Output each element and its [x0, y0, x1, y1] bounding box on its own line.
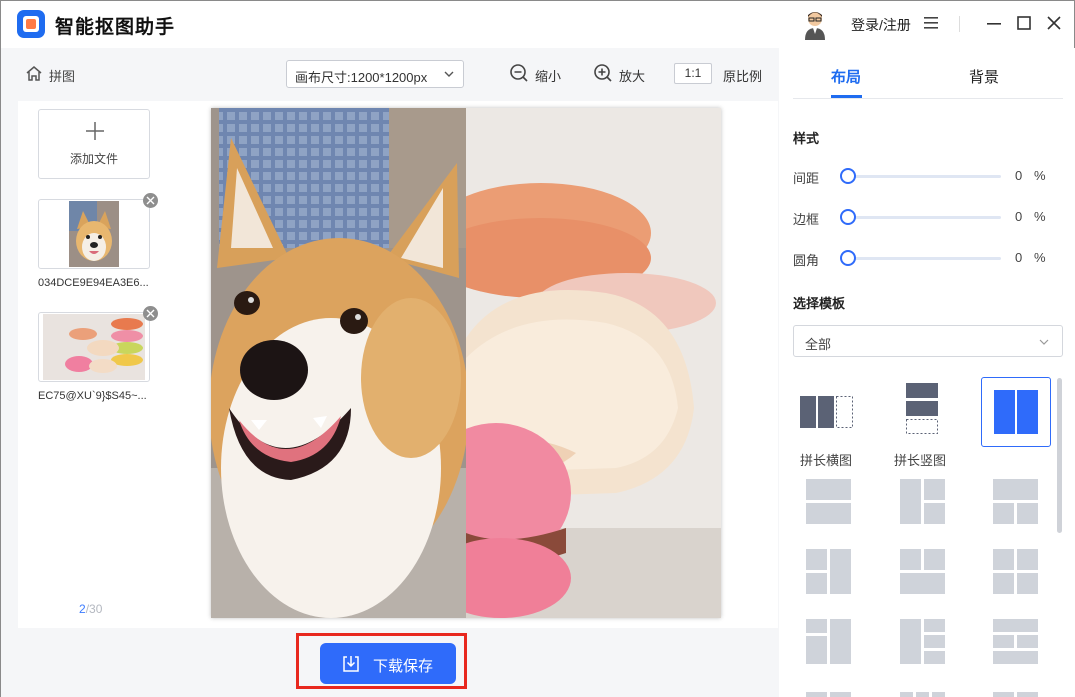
- maximize-icon[interactable]: [1013, 12, 1035, 34]
- template-long-vertical-label[interactable]: 拼长竖图: [894, 450, 946, 469]
- spacing-slider-row: 间距 0 %: [793, 166, 1063, 186]
- download-save-button[interactable]: 下载保存: [320, 643, 456, 684]
- style-section-title: 样式: [793, 131, 820, 146]
- template-left-one-right-two-icon[interactable]: [900, 479, 945, 524]
- border-value: 0: [1015, 209, 1023, 224]
- corner-radius-slider-track[interactable]: [855, 257, 1001, 260]
- tab-layout[interactable]: 布局: [831, 66, 861, 87]
- add-file-label: 添加文件: [69, 152, 118, 166]
- spacing-value: 0: [1015, 168, 1023, 183]
- remove-file-button[interactable]: [143, 306, 158, 321]
- canvas-toolbar: 拼图 画布尺寸:1200*1200px 缩小 放大 1:1 原比例: [1, 48, 779, 98]
- template-two-columns-selected[interactable]: [981, 377, 1051, 447]
- tab-background[interactable]: 背景: [969, 66, 999, 87]
- corner-radius-unit: %: [1034, 250, 1046, 265]
- home-icon[interactable]: [25, 65, 43, 82]
- template-left-two-right-tall-icon[interactable]: [806, 619, 851, 664]
- template-partial-icon[interactable]: [993, 689, 1038, 697]
- file-count: 2/30: [79, 602, 102, 616]
- template-top-two-bottom-one-icon[interactable]: [900, 549, 945, 594]
- template-long-horizontal-label[interactable]: 拼长横图: [800, 450, 852, 469]
- template-three-rows-icon[interactable]: [993, 619, 1038, 664]
- file-count-total: /30: [85, 602, 103, 616]
- two-columns-icon: [994, 390, 1038, 434]
- add-file-button[interactable]: 添加文件: [38, 109, 150, 179]
- template-scrollbar[interactable]: [1057, 378, 1062, 533]
- template-left-tall-right-three-icon[interactable]: [900, 619, 945, 664]
- original-ratio-button[interactable]: 原比例: [723, 66, 762, 85]
- file-name: EC75@XU`9}$S45~...: [38, 390, 147, 402]
- border-unit: %: [1034, 209, 1046, 224]
- ratio-badge[interactable]: 1:1: [674, 63, 712, 84]
- app-title: 智能抠图助手: [55, 17, 176, 38]
- template-top-one-bottom-two-icon[interactable]: [993, 479, 1038, 524]
- template-partial-icon[interactable]: [900, 689, 945, 697]
- border-label: 边框: [793, 212, 820, 227]
- file-name: 034DCE9E94EA3E6...: [38, 277, 149, 289]
- zoom-in-icon[interactable]: [593, 63, 613, 83]
- macarons-thumbnail-image: [43, 314, 145, 380]
- title-bar: 智能抠图助手 登录/注册: [1, 1, 1074, 47]
- template-left-two-right-one-icon[interactable]: [806, 549, 851, 594]
- corner-radius-value: 0: [1015, 250, 1023, 265]
- app-window: 智能抠图助手 登录/注册 拼图 画布尺寸:1200*1200px 缩小 放大 1…: [0, 0, 1075, 697]
- spacing-label: 间距: [793, 171, 820, 186]
- spacing-slider-track[interactable]: [855, 175, 1001, 178]
- remove-file-button[interactable]: [143, 193, 158, 208]
- template-filter-select[interactable]: 全部: [793, 325, 1063, 357]
- border-slider-row: 边框 0 %: [793, 207, 1063, 227]
- dog-thumbnail-image: [69, 201, 119, 267]
- title-separator: [959, 16, 960, 32]
- template-filter-value: 全部: [805, 337, 832, 352]
- download-icon: [343, 656, 359, 672]
- settings-panel: 布局 背景 样式 间距 0 % 边框 0 % 圆角 0 % 选择模板 全部 拼长…: [779, 48, 1075, 697]
- template-long-horizontal-icon[interactable]: [799, 383, 869, 453]
- zoom-out-button[interactable]: 缩小: [535, 66, 561, 85]
- close-icon[interactable]: [1043, 12, 1065, 34]
- macarons-photo-panel[interactable]: [466, 108, 721, 618]
- chevron-down-icon: [1039, 339, 1049, 345]
- file-thumbnail-dog[interactable]: [38, 193, 158, 269]
- collage-canvas[interactable]: [211, 108, 721, 618]
- chevron-down-icon: [444, 71, 454, 77]
- spacing-unit: %: [1034, 168, 1046, 183]
- border-slider-handle[interactable]: [840, 209, 856, 225]
- login-register-link[interactable]: 登录/注册: [851, 15, 911, 35]
- template-partial-icon[interactable]: [806, 689, 851, 697]
- app-logo-icon: [17, 10, 45, 38]
- user-avatar-icon[interactable]: [802, 10, 828, 40]
- template-section-title: 选择模板: [793, 296, 846, 311]
- close-icon: [146, 309, 155, 318]
- close-icon: [146, 196, 155, 205]
- corner-radius-slider-handle[interactable]: [840, 250, 856, 266]
- menu-icon[interactable]: [923, 15, 939, 31]
- minimize-icon[interactable]: [983, 12, 1005, 34]
- corner-radius-slider-row: 圆角 0 %: [793, 248, 1063, 268]
- border-slider-track[interactable]: [855, 216, 1001, 219]
- tabs-divider: [793, 98, 1063, 99]
- plus-icon: [86, 122, 104, 140]
- dog-photo-panel[interactable]: [211, 108, 466, 618]
- template-two-rows-icon[interactable]: [806, 479, 851, 524]
- file-count-current: 2: [79, 602, 86, 616]
- template-long-vertical-icon[interactable]: [893, 380, 963, 450]
- file-thumbnail-macarons[interactable]: [38, 306, 158, 382]
- zoom-in-button[interactable]: 放大: [619, 66, 645, 85]
- download-save-label: 下载保存: [373, 658, 434, 675]
- spacing-slider-handle[interactable]: [840, 168, 856, 184]
- canvas-size-select[interactable]: 画布尺寸:1200*1200px: [286, 60, 464, 88]
- corner-radius-label: 圆角: [793, 253, 820, 268]
- zoom-out-icon[interactable]: [509, 63, 529, 83]
- canvas-size-value: 画布尺寸:1200*1200px: [295, 70, 428, 85]
- breadcrumb-puzzle[interactable]: 拼图: [49, 66, 75, 85]
- template-four-grid-icon[interactable]: [993, 549, 1038, 594]
